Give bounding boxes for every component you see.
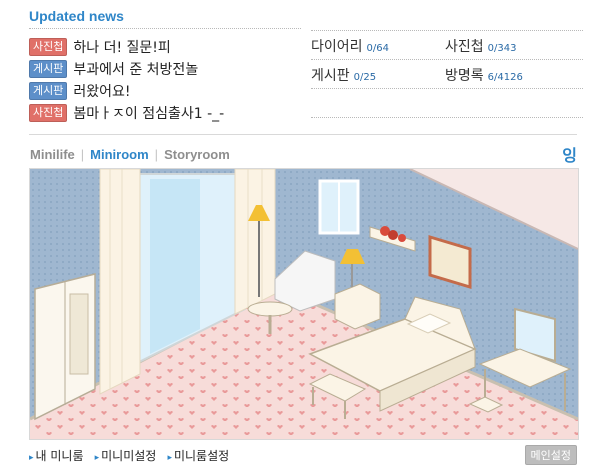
miniroom-illustration <box>30 169 578 439</box>
miniroom-settings-link[interactable]: ▸ 미니룸설정 <box>167 449 229 463</box>
stat-count: 0/25 <box>353 72 377 83</box>
tab-separator: | <box>154 147 159 162</box>
bottom-bar: ▸ 내 미니룸 ▸ 미니미설정 ▸ 미니룸설정 메인설정 <box>29 445 577 465</box>
link-label: 내 미니룸 <box>35 449 84 463</box>
news-item[interactable]: 게시판 러왔어요! <box>29 81 301 101</box>
room-tabs: Minilife | Miniroom | Storyroom <box>30 147 230 162</box>
stat-board[interactable]: 게시판 0/25 <box>311 65 376 85</box>
stat-count: 0/64 <box>366 43 389 54</box>
news-tag-badge: 게시판 <box>29 60 68 78</box>
stat-count: 6/4126 <box>487 72 523 83</box>
tab-minilife[interactable]: Minilife <box>30 147 75 162</box>
stat-label: 게시판 <box>311 68 350 84</box>
tab-storyroom[interactable]: Storyroom <box>164 147 230 162</box>
stats-panel: 다이어리 0/64 사진첩 0/343 게시판 0/25 방명록 6/4126 <box>311 30 583 118</box>
link-label: 미니룸설정 <box>173 449 230 463</box>
news-tag-badge: 사진첩 <box>29 38 68 56</box>
triangle-right-icon: ▸ <box>94 453 100 463</box>
triangle-right-icon: ▸ <box>167 453 172 463</box>
news-item[interactable]: 사진첩 하나 더! 질문!피 <box>29 37 301 57</box>
miniroom-canvas[interactable] <box>29 168 579 440</box>
news-text[interactable]: 러왔어요! <box>73 81 130 101</box>
link-label: 미니미설정 <box>101 449 157 463</box>
stat-label: 다이어리 <box>311 39 363 55</box>
stat-diary[interactable]: 다이어리 0/64 <box>311 36 389 56</box>
news-list: 사진첩 하나 더! 질문!피 게시판 부과에서 준 처방전놀 게시판 러왔어요!… <box>29 37 301 125</box>
news-text[interactable]: 봄마ㅏㅈ이 점심출사1 -_- <box>73 103 224 123</box>
stat-photo[interactable]: 사진첩 0/343 <box>445 36 516 56</box>
triangle-right-icon: ▸ <box>29 453 34 463</box>
tab-miniroom[interactable]: Miniroom <box>90 147 149 162</box>
my-miniroom-link[interactable]: ▸ 내 미니룸 <box>29 449 84 463</box>
title-divider <box>29 28 301 29</box>
news-text[interactable]: 부과에서 준 처방전놀 <box>73 59 198 79</box>
stats-divider <box>311 88 583 89</box>
section-divider <box>29 134 577 135</box>
news-text[interactable]: 하나 더! 질문!피 <box>73 37 170 57</box>
news-tag-badge: 사진첩 <box>29 104 68 122</box>
curtain-right <box>234 169 276 315</box>
tab-separator: | <box>80 147 85 162</box>
stat-count: 0/343 <box>487 43 517 54</box>
news-item[interactable]: 사진첩 봄마ㅏㅈ이 점심출사1 -_- <box>29 103 301 123</box>
stat-guestbook[interactable]: 방명록 6/4126 <box>445 65 523 85</box>
stats-divider <box>311 117 583 118</box>
updated-news-title: Updated news <box>29 8 124 24</box>
curtain-left <box>99 169 141 395</box>
minimi-settings-link[interactable]: ▸ 미니미설정 <box>95 449 157 463</box>
stat-label: 방명록 <box>445 68 484 84</box>
corner-glyph[interactable]: 잉 <box>562 142 577 166</box>
main-settings-button[interactable]: 메인설정 <box>524 445 577 465</box>
stat-label: 사진첩 <box>445 39 484 55</box>
round-table <box>247 301 293 317</box>
news-item[interactable]: 게시판 부과에서 준 처방전놀 <box>29 59 301 79</box>
news-tag-badge: 게시판 <box>29 82 68 100</box>
